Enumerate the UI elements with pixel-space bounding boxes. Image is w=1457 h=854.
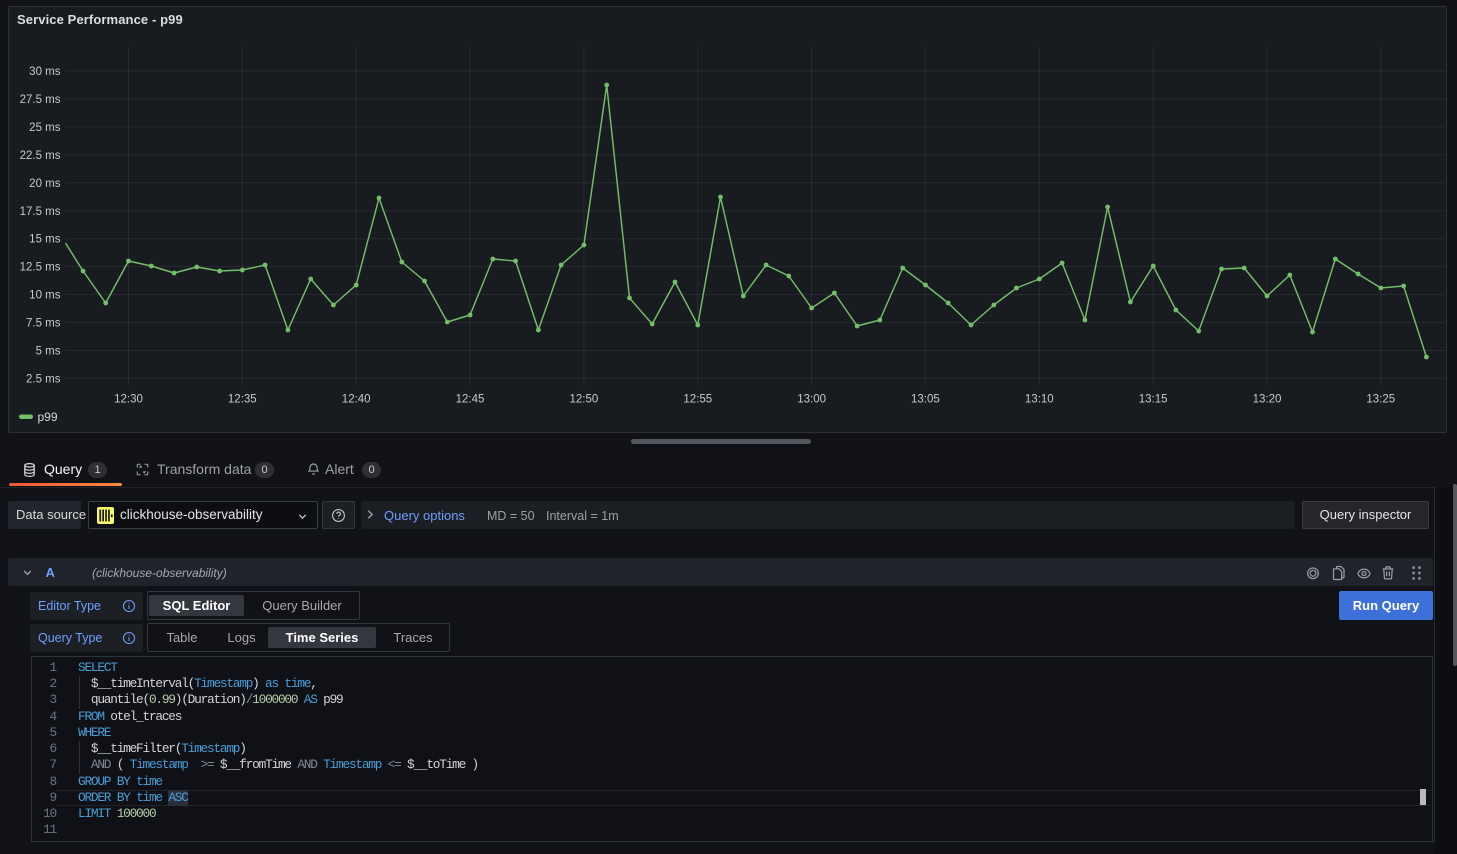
svg-text:5 ms: 5 ms [36,346,61,358]
svg-text:12:50: 12:50 [570,394,599,406]
svg-text:13:25: 13:25 [1366,394,1395,406]
svg-text:7.5 ms: 7.5 ms [26,318,61,330]
svg-text:12:55: 12:55 [683,394,712,406]
svg-text:30 ms: 30 ms [29,66,61,78]
svg-text:27.5 ms: 27.5 ms [20,94,61,106]
svg-text:12:45: 12:45 [456,394,485,406]
svg-text:p99: p99 [38,410,58,424]
svg-text:25 ms: 25 ms [29,122,61,134]
svg-text:15 ms: 15 ms [29,234,61,246]
svg-text:2.5 ms: 2.5 ms [26,373,61,385]
svg-text:12:30: 12:30 [114,394,143,406]
svg-text:10 ms: 10 ms [29,290,61,302]
svg-text:13:15: 13:15 [1139,394,1168,406]
svg-text:20 ms: 20 ms [29,178,61,190]
svg-text:13:00: 13:00 [797,394,826,406]
svg-text:22.5 ms: 22.5 ms [20,150,61,162]
svg-text:12.5 ms: 12.5 ms [20,262,61,274]
svg-text:13:20: 13:20 [1253,394,1282,406]
svg-text:12:35: 12:35 [228,394,257,406]
svg-text:12:40: 12:40 [342,394,371,406]
svg-text:17.5 ms: 17.5 ms [20,206,61,218]
svg-text:13:10: 13:10 [1025,394,1054,406]
svg-text:13:05: 13:05 [911,394,940,406]
